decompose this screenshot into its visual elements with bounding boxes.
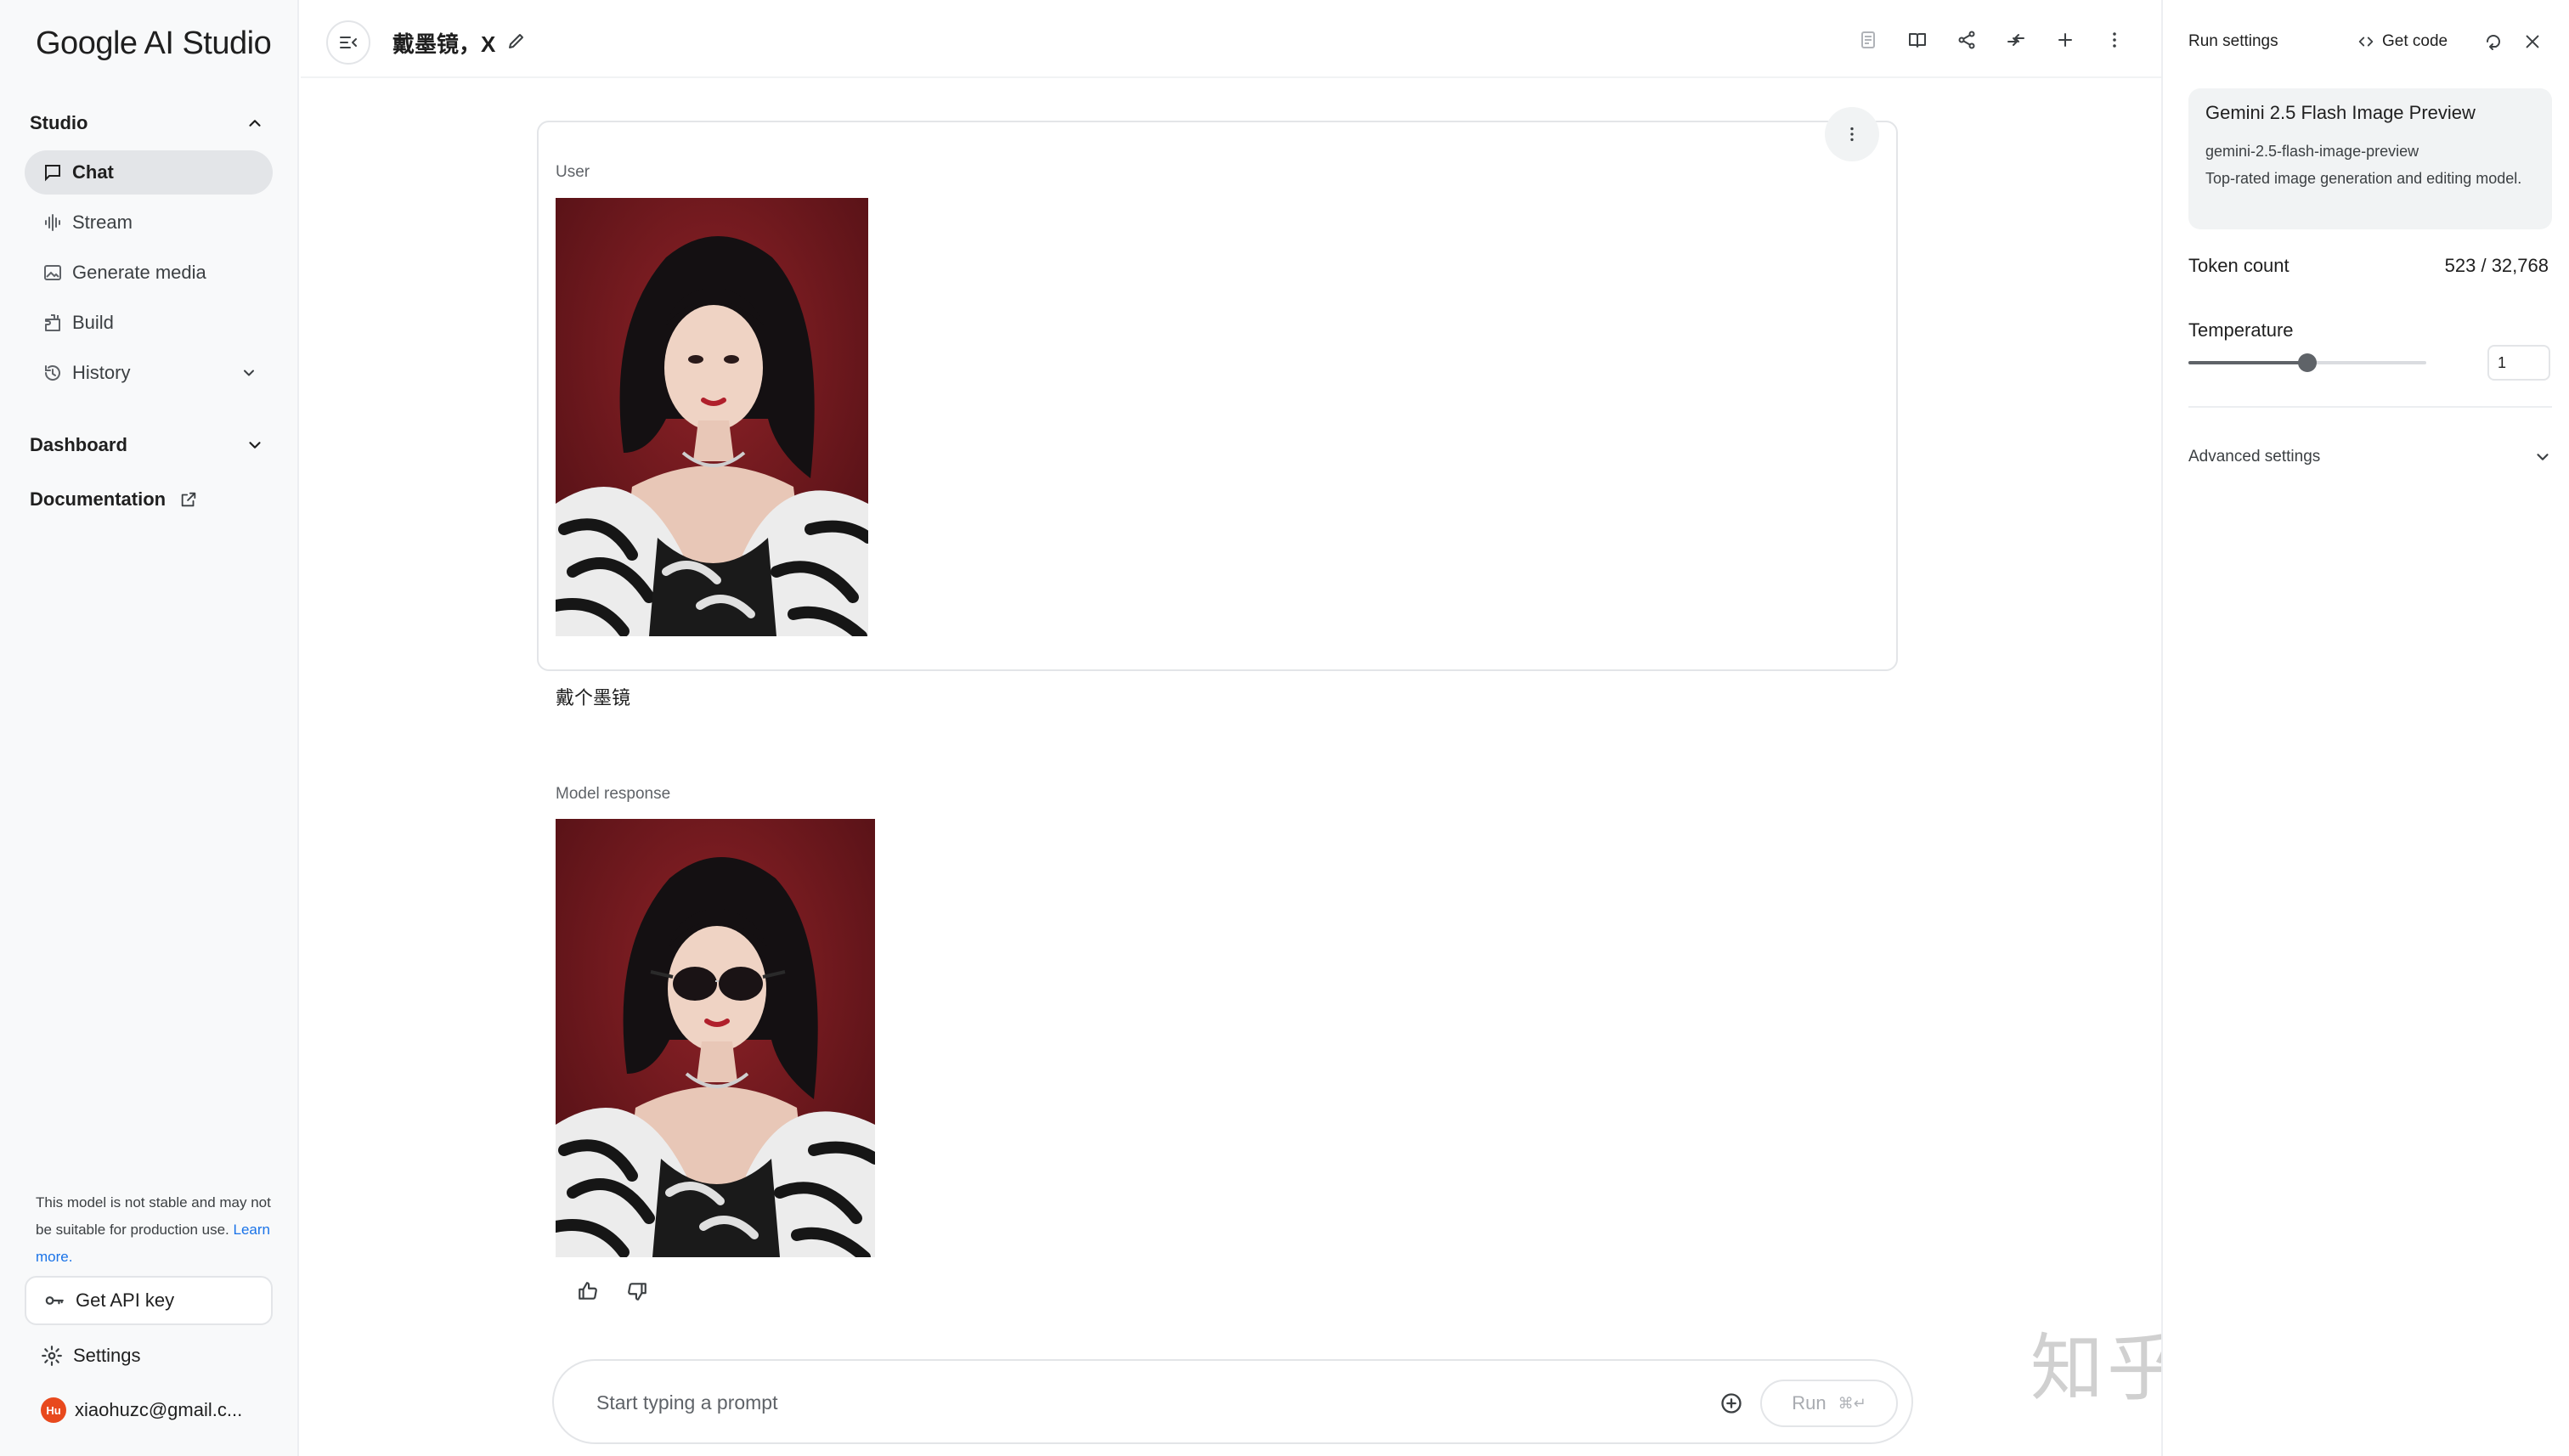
model-response-image[interactable] [556, 819, 875, 1257]
temperature-slider-thumb[interactable] [2298, 353, 2317, 372]
new-chat-button[interactable] [2052, 27, 2078, 53]
image-icon [42, 262, 64, 284]
reset-icon [2487, 35, 2501, 50]
sidebar-item-stream[interactable]: Stream [25, 200, 273, 245]
thumbs-down-button[interactable] [624, 1278, 651, 1305]
plus-icon [2058, 33, 2072, 47]
model-name: Gemini 2.5 Flash Image Preview [2205, 102, 2476, 123]
build-icon [42, 312, 64, 334]
page-title: 戴墨镜，X [392, 31, 496, 57]
model-disclaimer: This model is not stable and may not be … [36, 1189, 274, 1271]
get-code-label: Get code [2382, 32, 2448, 50]
more-vert-icon [1850, 127, 1854, 142]
run-label: Run [1792, 1392, 1827, 1414]
model-role-label: Model response [556, 785, 671, 803]
model-photo-drawing [556, 819, 875, 1257]
book-icon [1909, 33, 1926, 48]
stream-icon [42, 212, 64, 234]
sidebar-item-build[interactable]: Build [25, 301, 273, 345]
key-icon [43, 1290, 65, 1312]
turn-options-button[interactable] [1825, 107, 1879, 161]
user-role-label: User [556, 163, 590, 181]
settings-label: Settings [73, 1345, 141, 1366]
prompt-bar: Run ⌘↵ [552, 1359, 1913, 1444]
sidebar-item-history[interactable]: History [25, 351, 273, 395]
add-media-button[interactable] [1718, 1390, 1745, 1417]
run-shortcut: ⌘↵ [1838, 1394, 1866, 1412]
divider [2188, 406, 2552, 408]
close-panel-button[interactable] [2520, 29, 2545, 54]
prompt-input[interactable] [596, 1385, 1701, 1420]
get-code-button[interactable]: Get code [2357, 29, 2448, 54]
studio-section-label: Studio [30, 112, 88, 133]
model-id: gemini-2.5-flash-image-preview [2205, 143, 2419, 160]
gear-icon [41, 1345, 63, 1367]
run-button[interactable]: Run ⌘↵ [1760, 1380, 1898, 1427]
history-icon [42, 362, 64, 384]
documentation-label: Documentation [30, 488, 167, 510]
more-vert-icon [2113, 32, 2116, 48]
model-description: Top-rated image generation and editing m… [2205, 170, 2522, 187]
share-button[interactable] [1954, 27, 1979, 53]
get-api-key-button[interactable]: Get API key [25, 1276, 273, 1325]
thumbs-up-button[interactable] [574, 1278, 601, 1305]
sidebar-item-label: Chat [72, 161, 114, 183]
token-count-label: Token count [2188, 255, 2290, 276]
collapse-sidebar-button[interactable] [326, 20, 370, 65]
close-icon [2526, 35, 2539, 48]
documentation-link[interactable]: Documentation [30, 483, 198, 516]
thumbs-up-icon [579, 1282, 597, 1300]
temperature-slider-fill [2188, 361, 2307, 364]
run-settings-panel: Run settings Get code Gemini 2.5 Flash I… [2161, 0, 2569, 1456]
sidebar-item-chat[interactable]: Chat [25, 150, 273, 195]
dashboard-section-label: Dashboard [30, 434, 127, 455]
sidebar-item-generate-media[interactable]: Generate media [25, 251, 273, 295]
compare-models-button[interactable] [2003, 27, 2029, 53]
pencil-icon [509, 34, 523, 48]
avatar: Hu [41, 1397, 66, 1423]
share-icon [1958, 31, 1975, 49]
user-photo-drawing [556, 198, 868, 636]
run-settings-title: Run settings [2188, 32, 2278, 50]
temperature-slider[interactable] [2188, 353, 2426, 372]
external-link-icon [179, 490, 198, 509]
token-count-value: 523 / 32,768 [2444, 255, 2549, 276]
sidebar-item-label: Stream [72, 212, 133, 233]
api-key-label: Get API key [76, 1290, 175, 1311]
temperature-input[interactable] [2487, 345, 2550, 381]
compare-button[interactable] [1855, 27, 1881, 53]
account-menu[interactable]: Hu xiaohuzc@gmail.c... [41, 1393, 242, 1427]
temperature-label: Temperature [2188, 319, 2294, 341]
chevron-down-icon [2537, 454, 2549, 460]
edit-title-button[interactable] [505, 29, 528, 53]
account-email: xiaohuzc@gmail.c... [75, 1399, 243, 1420]
book-button[interactable] [1905, 27, 1930, 53]
user-prompt-text: 戴个墨镜 [556, 687, 631, 708]
chevron-down-icon[interactable] [237, 361, 261, 385]
model-selector[interactable]: Gemini 2.5 Flash Image Preview gemini-2.… [2188, 88, 2552, 229]
chevron-down-icon[interactable] [242, 432, 268, 458]
left-sidebar: Google AI Studio Studio Chat Stream Gene… [0, 0, 299, 1456]
advanced-settings-label: Advanced settings [2188, 448, 2321, 466]
settings-button[interactable]: Settings [41, 1339, 141, 1373]
code-icon [2358, 37, 2374, 47]
user-image[interactable] [556, 198, 868, 636]
app-logo[interactable]: Google AI Studio [36, 25, 272, 62]
studio-section-header[interactable]: Studio [30, 104, 268, 142]
reset-settings-button[interactable] [2481, 29, 2506, 54]
chevron-up-icon[interactable] [242, 110, 268, 136]
notes-icon [1861, 31, 1875, 48]
advanced-settings-toggle[interactable]: Advanced settings [2188, 443, 2552, 471]
menu-collapse-icon [340, 37, 357, 48]
sidebar-item-label: History [72, 362, 131, 383]
compare-arrows-icon [2007, 34, 2024, 46]
chat-icon [42, 161, 64, 183]
sidebar-item-label: Generate media [72, 262, 206, 283]
more-options-button[interactable] [2102, 27, 2127, 53]
top-bar: 戴墨镜，X [301, 0, 2161, 78]
add-circle-icon [1721, 1393, 1742, 1414]
sidebar-item-label: Build [72, 312, 114, 333]
dashboard-section-header[interactable]: Dashboard [30, 426, 268, 464]
thumbs-down-icon [628, 1283, 646, 1301]
